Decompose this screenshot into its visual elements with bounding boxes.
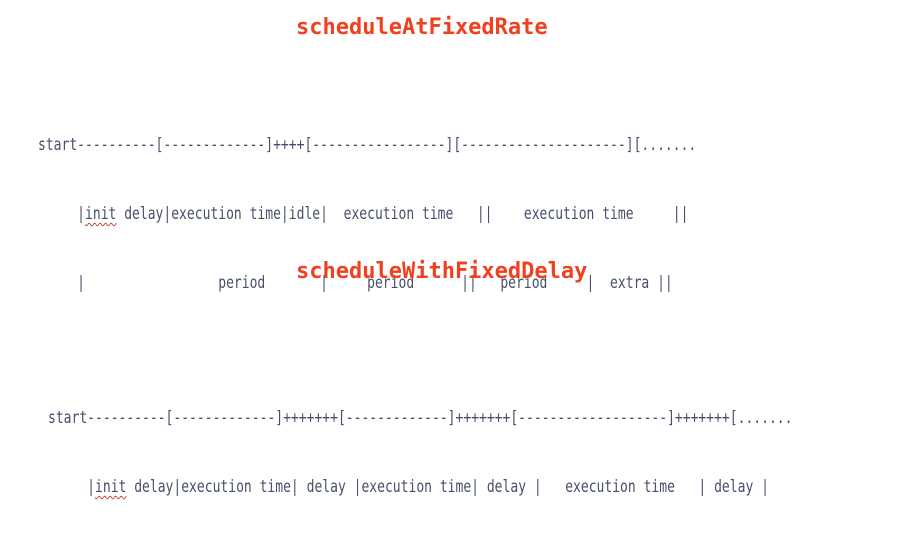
fixed-rate-timeline-line-2: |init delay|execution time|idle| executi…	[38, 202, 696, 225]
fixed-delay-timeline: start----------[-------------]+++++++[--…	[48, 360, 792, 544]
fixed-delay-flagged-word: init	[95, 476, 127, 496]
fixed-delay-timeline-line-1: start----------[-------------]+++++++[--…	[48, 407, 793, 427]
diagram-canvas: scheduleAtFixedRate start----------[----…	[0, 0, 918, 496]
fixed-rate-timeline: start----------[-------------]++++[-----…	[38, 87, 696, 340]
fixed-rate-timeline-line-1: start----------[-------------]++++[-----…	[38, 134, 697, 154]
fixed-delay-line-2-rest: delay|execution time| delay |execution t…	[126, 476, 769, 496]
fixed-delay-timeline-line-2: |init delay|execution time| delay |execu…	[48, 475, 792, 498]
fixed-rate-line-2-prefix: |	[38, 203, 86, 223]
fixed-rate-line-2-rest: delay|execution time|idle| execution tim…	[116, 203, 689, 223]
fixed-delay-line-2-prefix: |	[48, 476, 96, 496]
fixed-delay-title: scheduleWithFixedDelay	[296, 259, 588, 284]
fixed-rate-flagged-word: init	[85, 203, 117, 223]
fixed-rate-title: scheduleAtFixedRate	[296, 15, 548, 40]
